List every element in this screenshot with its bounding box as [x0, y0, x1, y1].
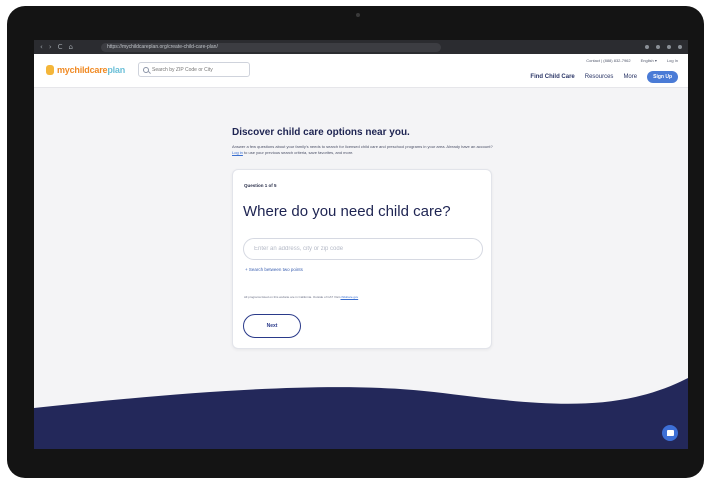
- search-two-points-link[interactable]: + Search between two points: [245, 267, 303, 272]
- nav-more[interactable]: More: [623, 74, 637, 80]
- extension-icon[interactable]: [667, 45, 671, 49]
- forward-icon[interactable]: ›: [49, 43, 52, 51]
- reload-icon[interactable]: C: [58, 43, 63, 51]
- site-logo[interactable]: mychildcareplan: [46, 65, 125, 75]
- laptop-frame: ‹ › C ⌂ https://mychildcareplan.org/crea…: [7, 6, 704, 478]
- childcare-gov-link[interactable]: childcare.gov: [341, 295, 359, 299]
- site-header: mychildcareplan Contact | (888) 832-7962…: [34, 54, 688, 88]
- intro-text: Answer a few questions about your family…: [232, 144, 493, 155]
- chat-button[interactable]: [662, 425, 678, 441]
- question-title: Where do you need child care?: [243, 203, 451, 220]
- screen: ‹ › C ⌂ https://mychildcareplan.org/crea…: [34, 40, 688, 449]
- language-selector[interactable]: English ▾: [641, 58, 657, 63]
- contact-phone-link[interactable]: Contact | (888) 832-7962: [586, 58, 630, 63]
- extension-icon[interactable]: [645, 45, 649, 49]
- login-inline-link[interactable]: Log in: [232, 150, 243, 155]
- home-icon[interactable]: ⌂: [69, 43, 73, 51]
- question-card: Question 1 of 5 Where do you need child …: [232, 169, 492, 349]
- site-search-input[interactable]: [152, 66, 242, 73]
- browser-toolbar: ‹ › C ⌂ https://mychildcareplan.org/crea…: [34, 40, 688, 54]
- profile-icon[interactable]: [678, 45, 682, 49]
- footer-wave: [34, 378, 688, 449]
- apple-logo-icon: [349, 455, 369, 475]
- question-counter: Question 1 of 5: [244, 183, 277, 188]
- nav-resources[interactable]: Resources: [585, 74, 614, 80]
- main-nav: Find Child Care Resources More Sign Up: [530, 71, 678, 83]
- logo-mark-icon: [46, 65, 54, 75]
- disclaimer-text: All programs listed on this website are …: [244, 295, 359, 299]
- utility-links: Contact | (888) 832-7962 English ▾ Log I…: [586, 58, 678, 63]
- sign-up-button[interactable]: Sign Up: [647, 71, 678, 83]
- nav-find-child-care[interactable]: Find Child Care: [530, 74, 574, 80]
- address-bar[interactable]: https://mychildcareplan.org/create-child…: [100, 42, 441, 52]
- next-button[interactable]: Next: [243, 314, 301, 338]
- search-icon: [143, 66, 149, 73]
- extension-icon[interactable]: [656, 45, 660, 49]
- extension-icons: [645, 45, 682, 49]
- login-link[interactable]: Log In: [667, 58, 678, 63]
- logo-text: mychildcareplan: [57, 65, 126, 75]
- back-icon[interactable]: ‹: [40, 43, 43, 51]
- address-input[interactable]: [243, 238, 483, 260]
- page-title: Discover child care options near you.: [232, 127, 410, 138]
- chat-bubble-icon: [666, 430, 674, 436]
- camera-dot: [356, 13, 360, 17]
- site-search-box[interactable]: [138, 62, 250, 77]
